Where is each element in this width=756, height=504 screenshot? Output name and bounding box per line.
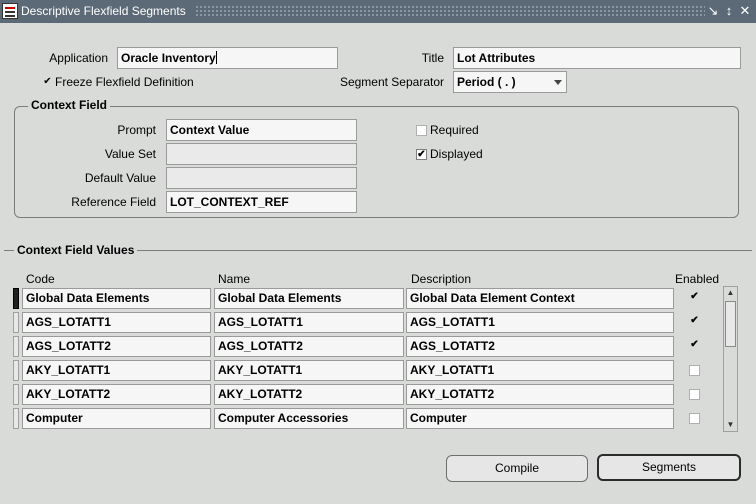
maximize-icon[interactable]: ↕ <box>722 3 736 19</box>
oracle-app-icon <box>2 3 18 19</box>
name-cell[interactable]: AGS_LOTATT2 <box>214 336 404 357</box>
context-values-title: Context Field Values <box>14 243 138 257</box>
freeze-checkbox[interactable]: ✔ <box>42 77 53 88</box>
value-set-label: Value Set <box>104 147 156 161</box>
code-cell[interactable]: AKY_LOTATT1 <box>22 360 211 381</box>
scroll-up-icon[interactable]: ▲ <box>724 287 737 299</box>
displayed-label: Displayed <box>430 147 483 161</box>
column-header-name: Name <box>218 272 251 286</box>
segments-button[interactable]: Segments <box>597 454 741 481</box>
code-cell[interactable]: AKY_LOTATT2 <box>22 384 211 405</box>
name-cell[interactable]: AGS_LOTATT1 <box>214 312 404 333</box>
required-label: Required <box>430 123 479 137</box>
context-field-title: Context Field <box>28 98 111 112</box>
code-cell[interactable]: AGS_LOTATT2 <box>22 336 211 357</box>
minimize-icon[interactable]: ↘ <box>706 3 720 19</box>
name-cell[interactable]: Computer Accessories <box>214 408 404 429</box>
required-checkbox[interactable] <box>416 125 427 136</box>
prompt-label: Prompt <box>117 123 156 137</box>
column-header-code: Code <box>26 272 55 286</box>
scrollbar-thumb[interactable] <box>725 301 736 347</box>
description-cell[interactable]: Global Data Element Context <box>406 288 674 309</box>
description-cell[interactable]: Computer <box>406 408 674 429</box>
default-value-label: Default Value <box>84 171 156 185</box>
close-icon[interactable]: ✕ <box>738 3 752 19</box>
freeze-label: Freeze Flexfield Definition <box>55 75 194 89</box>
default-value-field[interactable] <box>166 167 357 189</box>
row-indicator[interactable] <box>13 384 19 405</box>
description-cell[interactable]: AGS_LOTATT2 <box>406 336 674 357</box>
name-cell[interactable]: AKY_LOTATT1 <box>214 360 404 381</box>
row-indicator[interactable] <box>13 360 19 381</box>
name-cell[interactable]: Global Data Elements <box>214 288 404 309</box>
application-field[interactable]: Oracle Inventory <box>117 47 338 69</box>
enabled-checkbox[interactable]: ✔ <box>689 316 700 327</box>
enabled-checkbox[interactable]: ✔ <box>689 340 700 351</box>
row-indicator-current[interactable] <box>13 288 19 309</box>
text-cursor <box>215 51 217 64</box>
enabled-checkbox[interactable]: ✔ <box>689 292 700 303</box>
chevron-down-icon <box>554 80 562 85</box>
description-cell[interactable]: AGS_LOTATT1 <box>406 312 674 333</box>
titlebar-pattern <box>195 5 705 18</box>
enabled-checkbox[interactable] <box>689 389 700 400</box>
application-value: Oracle Inventory <box>121 51 216 65</box>
application-label: Application <box>49 51 108 65</box>
row-indicator[interactable] <box>13 312 19 333</box>
displayed-checkbox[interactable]: ✔ <box>416 149 427 160</box>
row-indicator[interactable] <box>13 336 19 357</box>
row-indicator[interactable] <box>13 408 19 429</box>
title-label: Title <box>421 51 444 65</box>
code-cell[interactable]: Global Data Elements <box>22 288 211 309</box>
code-cell[interactable]: AGS_LOTATT1 <box>22 312 211 333</box>
title-field[interactable]: Lot Attributes <box>453 47 741 69</box>
window-titlebar[interactable]: Descriptive Flexfield Segments ↘ ↕ ✕ <box>0 0 756 23</box>
window-title: Descriptive Flexfield Segments <box>21 4 186 18</box>
description-cell[interactable]: AKY_LOTATT2 <box>406 384 674 405</box>
separator-label: Segment Separator <box>339 75 444 89</box>
code-cell[interactable]: Computer <box>22 408 211 429</box>
column-header-enabled: Enabled <box>675 272 720 286</box>
enabled-checkbox[interactable] <box>689 365 700 376</box>
separator-value: Period ( . ) <box>457 75 516 89</box>
separator-select[interactable]: Period ( . ) <box>453 71 567 93</box>
prompt-field[interactable]: Context Value <box>166 119 357 141</box>
description-cell[interactable]: AKY_LOTATT1 <box>406 360 674 381</box>
scroll-down-icon[interactable]: ▼ <box>724 419 737 431</box>
name-cell[interactable]: AKY_LOTATT2 <box>214 384 404 405</box>
reference-field-field[interactable]: LOT_CONTEXT_REF <box>166 191 357 213</box>
value-set-field[interactable] <box>166 143 357 165</box>
column-header-description: Description <box>411 272 472 286</box>
compile-button[interactable]: Compile <box>446 455 588 482</box>
rows-scrollbar[interactable]: ▲ ▼ <box>723 286 738 432</box>
reference-field-label: Reference Field <box>71 195 156 209</box>
enabled-checkbox[interactable] <box>689 413 700 424</box>
